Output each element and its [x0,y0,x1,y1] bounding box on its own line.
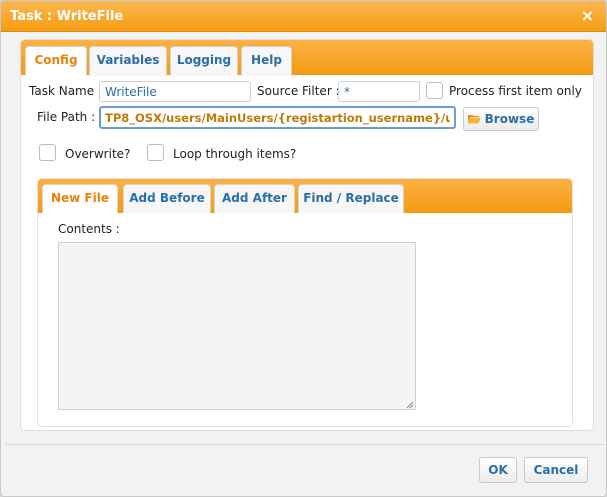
dialog-title: Task : WriteFile [10,9,124,24]
browse-button[interactable]: Browse [463,107,539,131]
tab-logging[interactable]: Logging [170,46,238,76]
file-options-tabbar: New File Add Before Add After Find / Rep… [38,179,572,213]
resize-grip-icon[interactable] [406,401,414,409]
file-options-panel: New File Add Before Add After Find / Rep… [37,178,573,427]
overwrite-checkbox[interactable] [39,144,56,161]
overwrite-label: Overwrite? [65,147,131,161]
close-icon[interactable]: × [581,7,594,25]
cancel-button[interactable]: Cancel [524,457,588,483]
tab-add-after[interactable]: Add After [214,184,295,213]
task-name-label: Task Name : [29,84,102,98]
process-first-checkbox[interactable] [426,82,443,99]
loop-label: Loop through items? [173,147,297,161]
folder-icon [467,114,481,123]
task-name-input[interactable] [99,81,251,102]
contents-textarea[interactable] [58,242,416,410]
config-panel: Config Variables Logging Help Task Name … [20,39,594,431]
browse-label: Browse [484,112,535,126]
source-filter-input[interactable] [338,81,420,102]
file-path-label: File Path : [37,110,96,124]
tab-help[interactable]: Help [241,46,292,76]
tab-find-replace[interactable]: Find / Replace [298,184,404,213]
footer-divider [5,444,604,445]
main-tabbar: Config Variables Logging Help [21,40,593,76]
tab-add-before[interactable]: Add Before [123,184,211,213]
file-path-input[interactable] [99,106,456,129]
contents-label: Contents : [58,222,120,236]
source-filter-label: Source Filter : [257,84,340,98]
task-dialog: Task : WriteFile × Config Variables Logg… [0,0,607,497]
ok-button[interactable]: OK [479,457,517,483]
dialog-titlebar[interactable]: Task : WriteFile × [1,1,606,32]
loop-checkbox[interactable] [147,144,164,161]
tab-variables[interactable]: Variables [89,46,167,76]
process-first-label: Process first item only [449,84,582,98]
tab-config[interactable]: Config [25,46,87,76]
tab-new-file[interactable]: New File [42,184,118,213]
